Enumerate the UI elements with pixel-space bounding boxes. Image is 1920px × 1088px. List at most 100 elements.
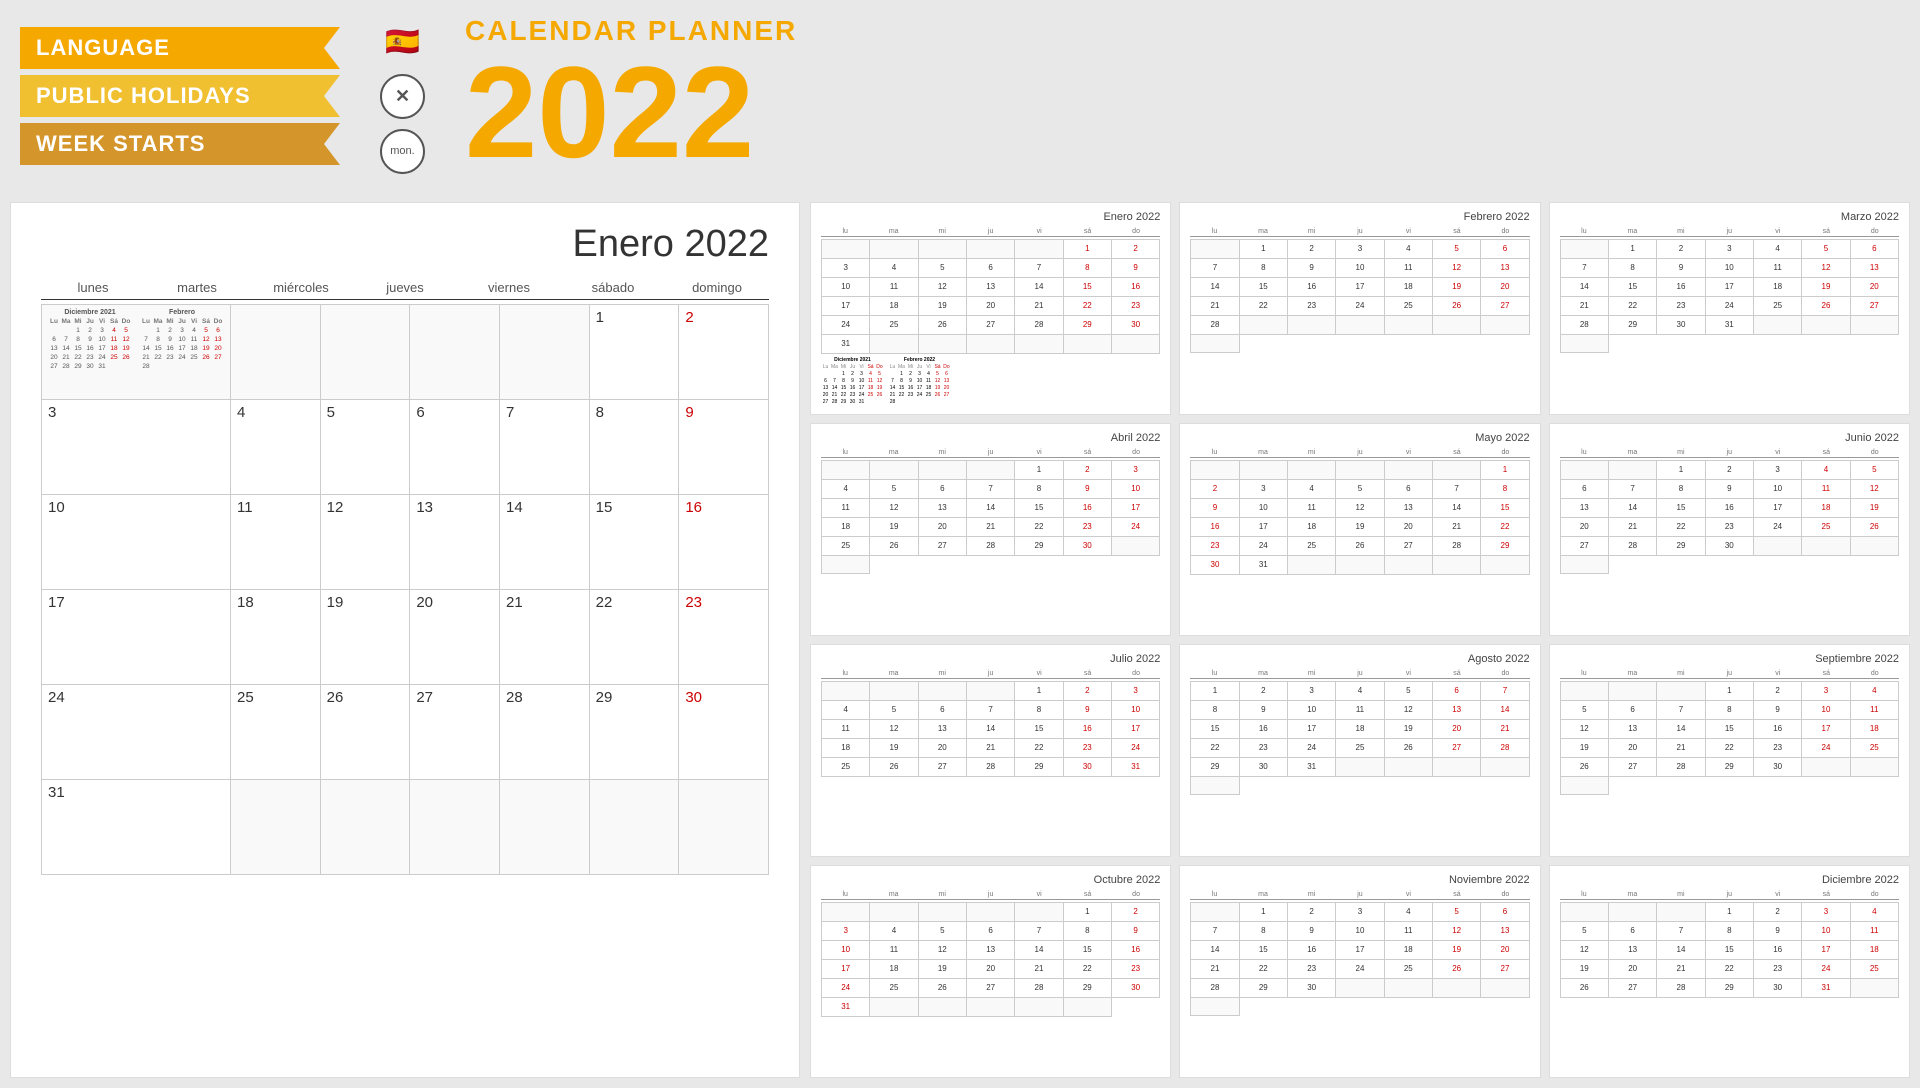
- holidays-ribbon[interactable]: PUBLIC HOLIDAYS: [20, 75, 340, 117]
- small-cell: 4: [1288, 480, 1336, 499]
- small-cell: 11: [1851, 922, 1899, 941]
- small-cell: 15: [1240, 278, 1288, 297]
- small-weekdays-3: lumamijuvisádo: [821, 448, 1160, 458]
- small-cell: [1802, 758, 1850, 777]
- small-cell: [1657, 682, 1705, 701]
- small-cell: 30: [1112, 316, 1160, 335]
- big-cell: Diciembre 2021 LuMaMiJuViSáDo 12345 6789…: [42, 305, 231, 400]
- small-cell: 7: [1433, 480, 1481, 499]
- small-cell: 2: [1112, 903, 1160, 922]
- small-cell: 11: [870, 278, 918, 297]
- big-cell: [231, 305, 321, 400]
- small-cell: 24: [1802, 960, 1850, 979]
- small-cell: 8: [1706, 701, 1754, 720]
- small-cell: 8: [1706, 922, 1754, 941]
- small-cell: 25: [822, 758, 870, 777]
- small-cell: [919, 998, 967, 1017]
- big-weekday-jueves: jueves: [353, 276, 457, 299]
- big-weekday-miércoles: miércoles: [249, 276, 353, 299]
- small-cell: 29: [1706, 979, 1754, 998]
- big-cell: 17: [42, 590, 231, 685]
- small-cell: 18: [1288, 518, 1336, 537]
- small-cell: 7: [1191, 259, 1239, 278]
- small-cell: 7: [1657, 922, 1705, 941]
- small-cell: [919, 335, 967, 354]
- small-cell: [822, 556, 870, 574]
- small-cell: [822, 903, 870, 922]
- small-cell: [1657, 903, 1705, 922]
- small-cell: [870, 335, 918, 354]
- small-cell: 5: [1385, 682, 1433, 701]
- small-cell: 10: [822, 941, 870, 960]
- small-cell: 28: [1015, 316, 1063, 335]
- small-cell: 29: [1015, 537, 1063, 556]
- small-cell: 10: [1802, 701, 1850, 720]
- small-cell: 27: [1851, 297, 1899, 316]
- small-weekdays-7: lumamijuvisádo: [1190, 669, 1529, 679]
- small-cell: [1609, 682, 1657, 701]
- week-start-icon[interactable]: mon.: [380, 129, 425, 174]
- small-cell: 17: [1112, 499, 1160, 518]
- small-cell: 22: [1015, 518, 1063, 537]
- holidays-label: PUBLIC HOLIDAYS: [36, 83, 251, 108]
- big-cell: 12: [321, 495, 411, 590]
- small-cell: [822, 240, 870, 259]
- small-cell: 12: [1433, 922, 1481, 941]
- small-cell: 24: [822, 979, 870, 998]
- flag-icon[interactable]: 🇪🇸: [380, 19, 425, 64]
- small-cell: 8: [1064, 922, 1112, 941]
- small-cell: 23: [1240, 739, 1288, 758]
- small-cell: 22: [1706, 739, 1754, 758]
- small-cell: 6: [1481, 903, 1529, 922]
- small-cell: 16: [1657, 278, 1705, 297]
- small-cell: [1561, 461, 1609, 480]
- big-cell: [231, 780, 321, 875]
- small-cell: 8: [1240, 259, 1288, 278]
- big-cell: 22: [590, 590, 680, 685]
- small-cell: 20: [1851, 278, 1899, 297]
- small-cell: 6: [1385, 480, 1433, 499]
- small-cell: 5: [1561, 922, 1609, 941]
- small-cell: 2: [1240, 682, 1288, 701]
- small-cell: [1851, 758, 1899, 777]
- small-cal-card-2: Marzo 2022lumamijuvisádo1234567891011121…: [1549, 202, 1910, 415]
- small-cell: 24: [1754, 518, 1802, 537]
- holidays-toggle-icon[interactable]: ✕: [380, 74, 425, 119]
- small-cell: 26: [1433, 960, 1481, 979]
- small-cell: 12: [1561, 941, 1609, 960]
- small-cell: 29: [1481, 537, 1529, 556]
- small-cell: 21: [1657, 739, 1705, 758]
- big-cell: 27: [410, 685, 500, 780]
- small-cell: 11: [1385, 922, 1433, 941]
- small-cell: 4: [870, 922, 918, 941]
- small-cell: 30: [1112, 979, 1160, 998]
- small-cell: 3: [1802, 903, 1850, 922]
- small-cell: 15: [1064, 941, 1112, 960]
- small-cell: 16: [1706, 499, 1754, 518]
- week-ribbon[interactable]: WEEK STARTS: [20, 123, 340, 165]
- small-cell: 13: [1481, 922, 1529, 941]
- small-cell: 4: [1851, 682, 1899, 701]
- small-cell: [1336, 979, 1384, 998]
- small-cell: 11: [1851, 701, 1899, 720]
- big-calendar-enero: Enero 2022 lunesmartesmiércolesjuevesvie…: [10, 202, 800, 1078]
- language-ribbon[interactable]: LANGUAGE: [20, 27, 340, 69]
- big-cell: 2: [679, 305, 769, 400]
- small-cell: 19: [1561, 739, 1609, 758]
- small-cell: 5: [1433, 240, 1481, 259]
- small-cell: 16: [1754, 941, 1802, 960]
- small-cell: [870, 682, 918, 701]
- small-cell: 25: [870, 316, 918, 335]
- small-cell: [870, 903, 918, 922]
- small-cell: 19: [1851, 499, 1899, 518]
- small-cell: 24: [1288, 739, 1336, 758]
- small-cell: 21: [1191, 297, 1239, 316]
- small-cell: 17: [822, 960, 870, 979]
- small-cell: 19: [1802, 278, 1850, 297]
- small-cell: 1: [1240, 903, 1288, 922]
- small-cell: 22: [1015, 739, 1063, 758]
- small-cell: [1385, 758, 1433, 777]
- small-cell: 11: [1802, 480, 1850, 499]
- small-cell: 31: [1112, 758, 1160, 777]
- small-cell: 13: [1481, 259, 1529, 278]
